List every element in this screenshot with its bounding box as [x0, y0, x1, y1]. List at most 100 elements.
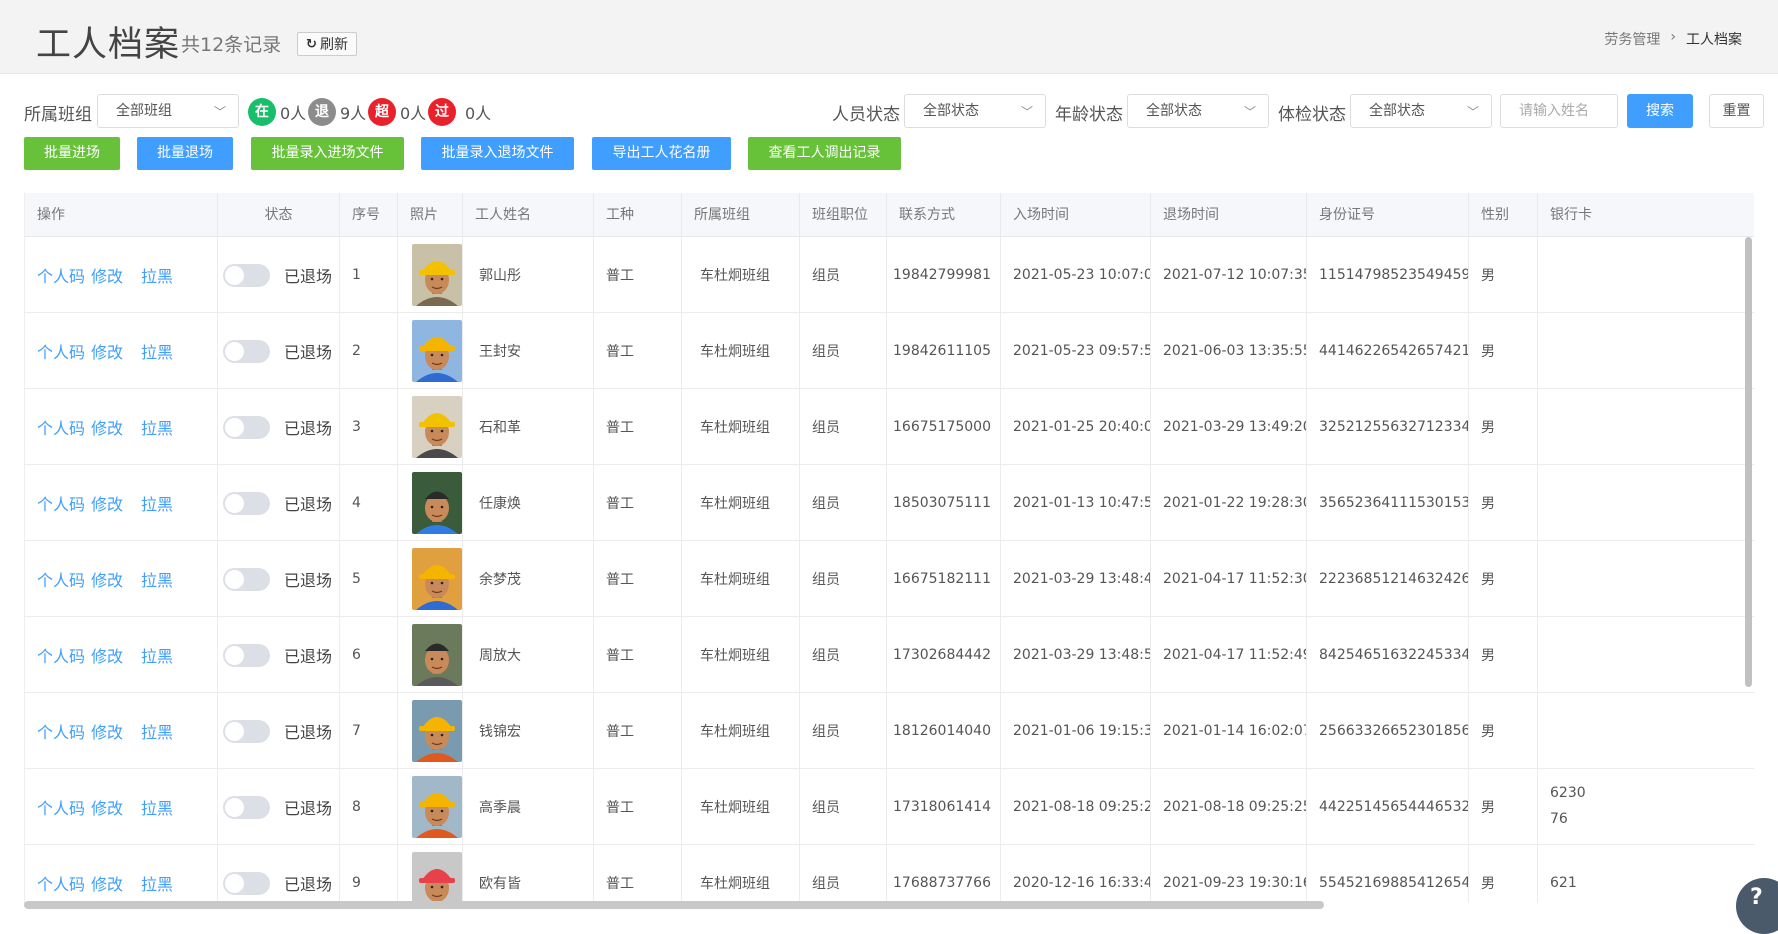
cell-status: 已退场 — [218, 845, 340, 903]
personal-code-link[interactable]: 个人码 — [37, 339, 85, 363]
cell-bank-card — [1538, 237, 1754, 313]
badge-onsite-count: 0人 — [280, 104, 307, 123]
status-label: 已退场 — [284, 875, 333, 894]
export-roster-button[interactable]: 导出工人花名册 — [592, 137, 731, 170]
worker-photo[interactable] — [412, 472, 462, 534]
team-select[interactable]: 全部班组 ﹀ — [97, 94, 239, 128]
cell-exit-time: 2021-08-18 09:25:25 — [1151, 769, 1307, 845]
edit-link[interactable]: 修改 — [91, 491, 123, 515]
cell-worker-name: 王封安 — [463, 313, 594, 389]
cell-id-number: 25663326652301856 — [1307, 693, 1469, 769]
edit-link[interactable]: 修改 — [91, 415, 123, 439]
worker-photo[interactable] — [412, 320, 462, 382]
import-enter-file-button[interactable]: 批量录入进场文件 — [251, 137, 404, 170]
status-toggle[interactable] — [223, 263, 270, 287]
cell-position: 组员 — [800, 237, 887, 313]
name-search-input[interactable]: 请输入姓名 — [1500, 94, 1618, 128]
edit-link[interactable]: 修改 — [91, 263, 123, 287]
batch-exit-button[interactable]: 批量退场 — [137, 137, 233, 170]
blacklist-link[interactable]: 拉黑 — [141, 491, 173, 515]
health-status-select[interactable]: 全部状态 ﹀ — [1350, 94, 1492, 128]
person-status-value: 全部状态 — [923, 103, 979, 119]
status-label: 已退场 — [284, 571, 333, 590]
cell-work-type: 普工 — [594, 617, 682, 693]
status-toggle[interactable] — [223, 339, 270, 363]
cell-enter-time: 2021-05-23 09:57:51 — [1001, 313, 1151, 389]
blacklist-link[interactable]: 拉黑 — [141, 871, 173, 895]
personal-code-link[interactable]: 个人码 — [37, 491, 85, 515]
cell-gender: 男 — [1469, 845, 1538, 903]
personal-code-link[interactable]: 个人码 — [37, 415, 85, 439]
refresh-button[interactable]: ↻ 刷新 — [297, 32, 357, 56]
personal-code-link[interactable]: 个人码 — [37, 263, 85, 287]
status-toggle[interactable] — [223, 567, 270, 591]
edit-link[interactable]: 修改 — [91, 643, 123, 667]
worker-table: 操作 状态 序号 照片 工人姓名 工种 所属班组 班组职位 联系方式 入场时间 退场时间 身份证号 性别… — [24, 193, 1754, 903]
horizontal-scrollbar[interactable] — [24, 901, 1324, 909]
worker-photo[interactable] — [412, 776, 462, 838]
cell-team: 车杜炯班组 — [682, 237, 800, 313]
help-icon[interactable]: ? — [1736, 878, 1778, 934]
blacklist-link[interactable]: 拉黑 — [141, 795, 173, 819]
edit-link[interactable]: 修改 — [91, 795, 123, 819]
batch-enter-button[interactable]: 批量进场 — [24, 137, 120, 170]
worker-photo[interactable] — [412, 624, 462, 686]
status-toggle[interactable] — [223, 415, 270, 439]
blacklist-link[interactable]: 拉黑 — [141, 415, 173, 439]
cell-id-number: 22236851214632426 — [1307, 541, 1469, 617]
edit-link[interactable]: 修改 — [91, 719, 123, 743]
blacklist-link[interactable]: 拉黑 — [141, 719, 173, 743]
cell-phone: 18126014040 — [887, 693, 1001, 769]
cell-team: 车杜炯班组 — [682, 769, 800, 845]
status-toggle[interactable] — [223, 871, 270, 895]
personal-code-link[interactable]: 个人码 — [37, 567, 85, 591]
worker-photo[interactable] — [412, 396, 462, 458]
status-label: 已退场 — [284, 647, 333, 666]
status-toggle[interactable] — [223, 491, 270, 515]
status-toggle[interactable] — [223, 719, 270, 743]
badge-exited[interactable]: 退 — [308, 98, 336, 126]
blacklist-link[interactable]: 拉黑 — [141, 263, 173, 287]
cell-team: 车杜炯班组 — [682, 845, 800, 903]
search-button[interactable]: 搜索 — [1627, 94, 1693, 128]
person-status-select[interactable]: 全部状态 ﹀ — [904, 94, 1046, 128]
personal-code-link[interactable]: 个人码 — [37, 643, 85, 667]
view-transfer-records-button[interactable]: 查看工人调出记录 — [748, 137, 901, 170]
edit-link[interactable]: 修改 — [91, 567, 123, 591]
header-col-id-number: 身份证号 — [1307, 193, 1469, 237]
cell-exit-time: 2021-03-29 13:49:20 — [1151, 389, 1307, 465]
worker-photo[interactable] — [412, 244, 462, 306]
bank-card-number-continued: 76 — [1550, 811, 1568, 827]
blacklist-link[interactable]: 拉黑 — [141, 643, 173, 667]
cell-work-type: 普工 — [594, 693, 682, 769]
worker-photo[interactable] — [412, 852, 462, 903]
cell-actions: 个人码 修改 拉黑 — [25, 237, 218, 313]
cell-actions: 个人码 修改 拉黑 — [25, 313, 218, 389]
worker-photo[interactable] — [412, 700, 462, 762]
vertical-scrollbar[interactable] — [1745, 237, 1752, 687]
status-toggle[interactable] — [223, 795, 270, 819]
header-col-type: 工种 — [594, 193, 682, 237]
badge-overage[interactable]: 超 — [368, 98, 396, 126]
blacklist-link[interactable]: 拉黑 — [141, 339, 173, 363]
worker-photo[interactable] — [412, 548, 462, 610]
status-toggle[interactable] — [223, 643, 270, 667]
edit-link[interactable]: 修改 — [91, 339, 123, 363]
cell-bank-card — [1538, 617, 1754, 693]
cell-enter-time: 2021-08-18 09:25:29 — [1001, 769, 1151, 845]
badge-expired[interactable]: 过 — [428, 98, 456, 126]
cell-worker-name: 任康焕 — [463, 465, 594, 541]
chevron-down-icon: ﹀ — [1466, 105, 1479, 119]
personal-code-link[interactable]: 个人码 — [37, 871, 85, 895]
personal-code-link[interactable]: 个人码 — [37, 719, 85, 743]
personal-code-link[interactable]: 个人码 — [37, 795, 85, 819]
breadcrumb-item-labor[interactable]: 劳务管理 — [1604, 29, 1660, 49]
age-status-select[interactable]: 全部状态 ﹀ — [1127, 94, 1269, 128]
import-exit-file-button[interactable]: 批量录入退场文件 — [421, 137, 574, 170]
blacklist-link[interactable]: 拉黑 — [141, 567, 173, 591]
cell-status: 已退场 — [218, 693, 340, 769]
cell-id-number: 35652364111530153 — [1307, 465, 1469, 541]
reset-button[interactable]: 重置 — [1709, 94, 1764, 128]
badge-onsite[interactable]: 在 — [248, 98, 276, 126]
edit-link[interactable]: 修改 — [91, 871, 123, 895]
